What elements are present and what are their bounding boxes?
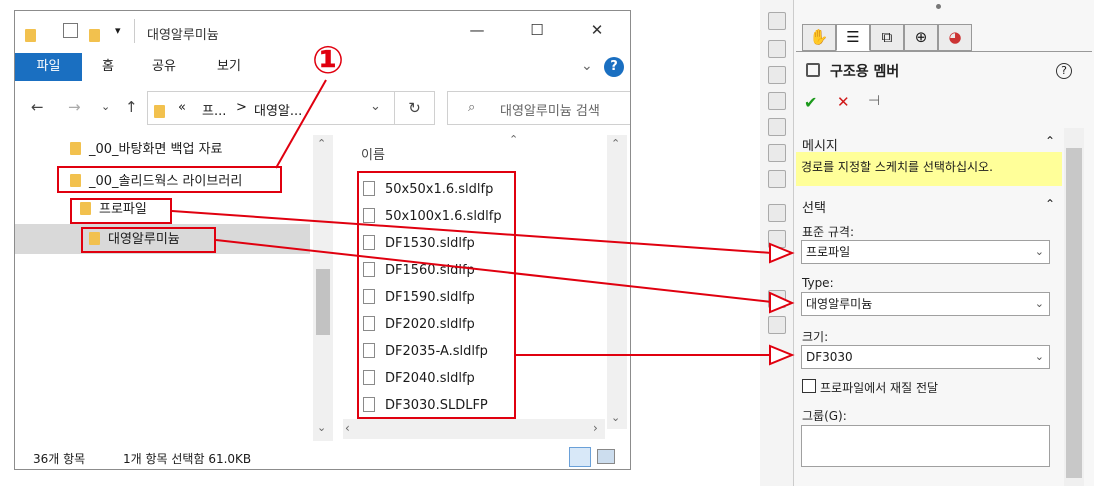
marker-leader-line (275, 79, 327, 169)
arrowhead-daeyoung (769, 291, 795, 314)
arrow-daeyoung (215, 239, 773, 303)
annotation-arrows (171, 79, 795, 366)
arrowhead-profile (769, 242, 795, 264)
arrow-profile (171, 210, 773, 254)
arrowhead-file (769, 344, 795, 366)
